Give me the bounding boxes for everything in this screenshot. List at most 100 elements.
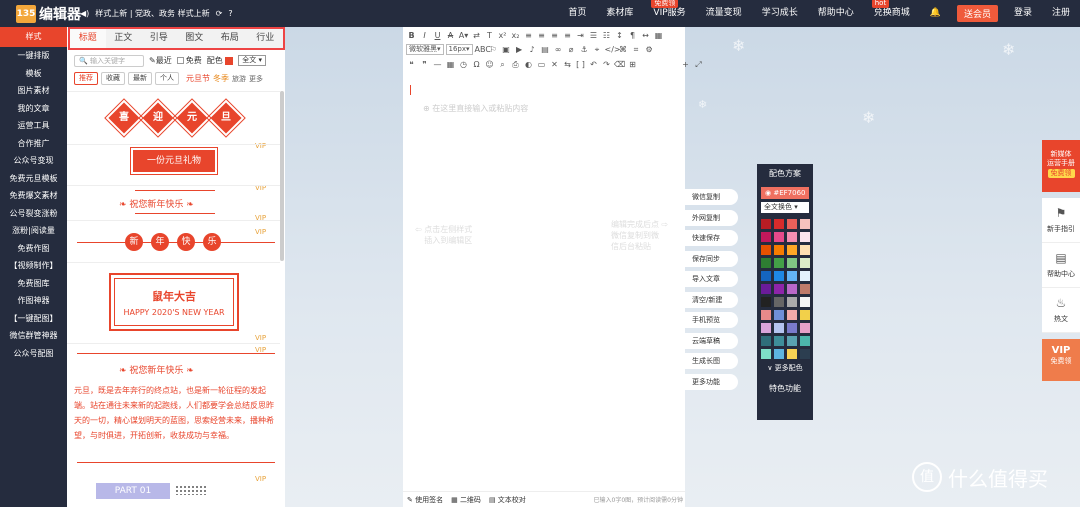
search-replace-icon[interactable]: ⌕: [497, 60, 508, 70]
color-swatch[interactable]: [774, 349, 784, 359]
color-swatch[interactable]: [761, 245, 771, 255]
login-link[interactable]: 登录: [1004, 0, 1042, 27]
color-swatch[interactable]: [787, 336, 797, 346]
special-features[interactable]: 特色功能: [757, 383, 813, 394]
align-right-icon[interactable]: ≡: [549, 31, 560, 40]
sidebar-item-fans[interactable]: 涨粉|阅读量: [0, 222, 67, 240]
image-icon[interactable]: ▣: [501, 45, 512, 54]
italic-icon[interactable]: I: [419, 31, 430, 40]
color-swatch[interactable]: [774, 258, 784, 268]
recolor-select[interactable]: 全文换色 ▾: [761, 202, 809, 213]
color-swatch[interactable]: [800, 310, 810, 320]
color-swatch[interactable]: [800, 284, 810, 294]
editor-placeholder[interactable]: ⊕ 在这里直接输入或粘贴内容: [423, 103, 528, 114]
more-functions-button[interactable]: 更多功能: [685, 373, 738, 390]
nav-mall[interactable]: hot 兑换商城: [864, 0, 920, 27]
rtl-icon[interactable]: ⇆: [562, 60, 573, 69]
remove-format-icon[interactable]: ⌫: [614, 60, 625, 69]
newbie-guide[interactable]: ⚑ 新手指引: [1042, 198, 1080, 243]
color-swatch[interactable]: [761, 284, 771, 294]
undo-icon[interactable]: ↶: [588, 60, 599, 69]
sidebar-item-viral[interactable]: 免费爆文素材: [0, 187, 67, 205]
ordered-list-icon[interactable]: ☷: [601, 31, 612, 40]
color-swatch[interactable]: [774, 219, 784, 229]
color-swatch[interactable]: [774, 245, 784, 255]
video-icon[interactable]: ▶: [514, 45, 525, 54]
style-item-frame[interactable]: 鼠年大吉 HAPPY 2020'S NEW YEAR: [109, 273, 239, 331]
sidebar-item-fission[interactable]: 公号裂变涨粉: [0, 205, 67, 223]
sidebar-item-templates[interactable]: 模板: [0, 65, 67, 83]
color-swatch[interactable]: [787, 323, 797, 333]
tab-image-text[interactable]: 图文: [177, 29, 213, 48]
color-swatch[interactable]: [787, 284, 797, 294]
more-colors-link[interactable]: ∨ 更多配色: [757, 363, 813, 373]
color-swatch[interactable]: [787, 258, 797, 268]
cloud-draft-button[interactable]: 云端草稿: [685, 332, 738, 349]
clear-doc-icon[interactable]: ✕: [549, 60, 560, 69]
sidebar-item-autoimage[interactable]: 【一键配图】: [0, 310, 67, 328]
date-icon[interactable]: ▦: [445, 60, 456, 69]
tab-industry[interactable]: 行业: [248, 29, 284, 48]
color-swatch[interactable]: [761, 297, 771, 307]
time-icon[interactable]: ◷: [458, 60, 469, 69]
nav-learning[interactable]: 学习成长: [752, 0, 808, 27]
clear-new-button[interactable]: 清空/新建: [685, 291, 738, 308]
color-swatch[interactable]: [761, 271, 771, 281]
filter-recommend[interactable]: 推荐: [74, 72, 98, 85]
signature-button[interactable]: ✎ 使用签名: [407, 495, 443, 505]
case-icon[interactable]: ABC: [475, 45, 491, 54]
sidebar-item-newyear[interactable]: 免费元旦模板: [0, 170, 67, 188]
sidebar-item-gallery[interactable]: 免费图库: [0, 275, 67, 293]
map-icon[interactable]: ⌖: [592, 45, 603, 55]
color-swatch[interactable]: [761, 232, 771, 242]
qrcode-button[interactable]: ▦ 二维码: [451, 495, 481, 505]
logo[interactable]: 135 编辑器: [16, 4, 81, 24]
music-icon[interactable]: ♪: [527, 45, 538, 54]
print-icon[interactable]: ⎙: [510, 60, 521, 70]
external-copy-button[interactable]: 外网复制: [685, 209, 738, 226]
import-article-button[interactable]: 导入文章: [685, 271, 738, 287]
sidebar-item-partner[interactable]: 合作推广: [0, 135, 67, 153]
quote-icon[interactable]: ❝: [406, 60, 417, 69]
color-swatch[interactable]: [774, 232, 784, 242]
line-height-icon[interactable]: ↕: [614, 31, 625, 40]
color-swatch[interactable]: [800, 219, 810, 229]
nav-help[interactable]: 帮助中心: [808, 0, 864, 27]
mobile-preview-button[interactable]: 手机预览: [685, 312, 738, 328]
color-swatch[interactable]: [225, 56, 234, 65]
more-icon[interactable]: ⊞: [627, 60, 638, 69]
anchor-icon[interactable]: ⚓: [579, 45, 590, 54]
special-char-icon[interactable]: Ω: [471, 60, 482, 69]
vip-free-button[interactable]: VIP 免费领: [1042, 339, 1080, 381]
color-swatch[interactable]: [787, 297, 797, 307]
color-swatch[interactable]: [761, 349, 771, 359]
unordered-list-icon[interactable]: ☰: [588, 31, 599, 40]
code-icon[interactable]: </>: [605, 45, 621, 54]
filter-favorite[interactable]: 收藏: [101, 72, 125, 85]
color-swatch[interactable]: [787, 219, 797, 229]
color-swatch[interactable]: [800, 349, 810, 359]
expand-icon[interactable]: ⤢: [693, 60, 704, 70]
notice[interactable]: ◀) 样式上新 | 党政、政务 样式上新 ⟳ ?: [80, 8, 233, 19]
more-tags-link[interactable]: 更多: [249, 74, 263, 84]
sidebar-item-onekey[interactable]: 一键排版: [0, 47, 67, 65]
redo-icon[interactable]: ↷: [601, 60, 612, 69]
color-swatch[interactable]: [774, 310, 784, 320]
add-icon[interactable]: +: [680, 60, 691, 69]
free-checkbox[interactable]: 免费: [176, 55, 202, 66]
color-swatch[interactable]: [774, 336, 784, 346]
style-item-part[interactable]: PART 01: [96, 483, 170, 499]
tab-layout[interactable]: 布局: [212, 29, 248, 48]
nav-vip[interactable]: 免费领 VIP服务: [643, 0, 695, 27]
underline-icon[interactable]: U: [432, 31, 443, 40]
html-icon[interactable]: ⌘: [618, 45, 629, 54]
color-swatch[interactable]: [774, 297, 784, 307]
color-swatch[interactable]: [787, 271, 797, 281]
tag-winter[interactable]: 冬季: [213, 73, 229, 84]
blockquote-icon[interactable]: ❞: [419, 60, 430, 69]
text-direction-icon[interactable]: ⇄: [471, 31, 482, 40]
color-swatch[interactable]: [774, 323, 784, 333]
proofread-button[interactable]: ▤ 文本校对: [489, 495, 526, 505]
color-swatch[interactable]: [800, 258, 810, 268]
color-swatch[interactable]: [800, 297, 810, 307]
